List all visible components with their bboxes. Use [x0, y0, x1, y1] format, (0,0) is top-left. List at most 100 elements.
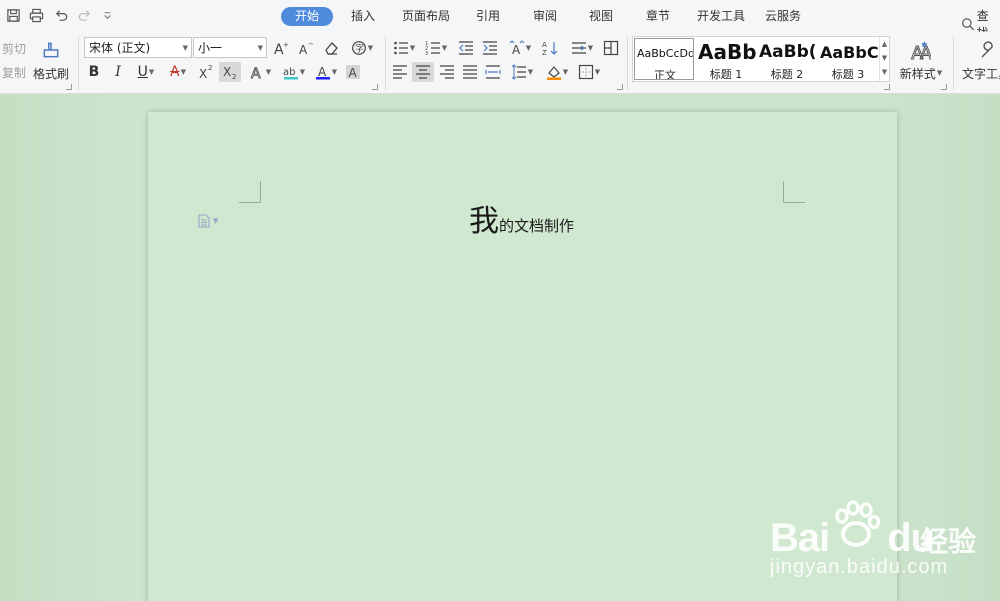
new-style-button[interactable]: 新样式 ▼: [897, 63, 945, 83]
font-name-select[interactable]: 宋体 (正文) ▼: [84, 37, 192, 58]
grow-font-icon[interactable]: A +: [271, 38, 291, 58]
customize-icon[interactable]: [99, 7, 115, 23]
change-case-icon[interactable]: A ▼: [506, 38, 534, 58]
divider: [953, 36, 954, 90]
watermark-brand: Bai du: [770, 516, 935, 561]
divider: [385, 36, 386, 90]
phonetic-guide-icon[interactable]: 字 ▼: [347, 38, 377, 58]
gallery-more-icon[interactable]: ▼: [880, 65, 889, 79]
strikethrough-icon[interactable]: A ▼: [164, 62, 192, 82]
line-spacing-distribute-icon[interactable]: ▼: [568, 38, 596, 58]
increase-indent-icon[interactable]: [480, 38, 500, 58]
document-icon: [198, 214, 210, 228]
align-left-icon[interactable]: [390, 62, 410, 82]
svg-text:Z: Z: [542, 49, 547, 56]
shading-icon[interactable]: ▼: [543, 62, 571, 82]
align-right-icon[interactable]: [437, 62, 457, 82]
svg-text:X: X: [199, 67, 207, 80]
copy-button[interactable]: 复制: [2, 62, 26, 82]
tab-page-layout[interactable]: 页面布局: [398, 7, 454, 26]
borders-icon[interactable]: ▼: [575, 62, 603, 82]
justify-icon[interactable]: [460, 62, 480, 82]
font-dialog-launcher[interactable]: [372, 84, 378, 90]
watermark-cn: 经验: [920, 525, 977, 558]
style-name: 标题 1: [709, 68, 743, 80]
svg-text:字: 字: [355, 43, 364, 55]
tab-developer[interactable]: 开发工具: [693, 7, 749, 26]
tab-chapter[interactable]: 章节: [642, 7, 674, 26]
tab-insert[interactable]: 插入: [347, 7, 379, 26]
style-name: 标题 3: [831, 68, 865, 80]
font-size-value: 小一: [198, 41, 223, 55]
cut-button[interactable]: 剪切: [2, 38, 26, 58]
print-icon[interactable]: [28, 7, 44, 23]
bullet-list-icon[interactable]: ▼: [390, 38, 418, 58]
tab-view[interactable]: 视图: [585, 7, 617, 26]
format-painter-button[interactable]: 格式刷: [32, 63, 70, 83]
numbered-list-icon[interactable]: 1 2 3 ▼: [422, 38, 450, 58]
new-style-dialog-launcher[interactable]: [941, 84, 947, 90]
paragraph-layout-button[interactable]: ▼: [198, 214, 218, 228]
gallery-scroll[interactable]: ▲ ▼ ▼: [879, 37, 889, 81]
new-style-label: 新样式: [899, 66, 936, 81]
superscript-icon[interactable]: X2: [196, 62, 216, 82]
watermark-brand-1: Bai: [770, 516, 830, 560]
margin-corner-left: [239, 181, 261, 203]
style-normal[interactable]: AaBbCcDd 正文: [634, 38, 694, 80]
tab-references[interactable]: 引用: [472, 7, 504, 26]
underline-icon[interactable]: U ▼: [132, 62, 160, 82]
clear-format-icon[interactable]: [321, 38, 341, 58]
wrench-icon[interactable]: [976, 38, 1000, 62]
tab-home[interactable]: 开始: [281, 7, 334, 26]
font-color-icon[interactable]: A ▼: [312, 62, 340, 82]
style-heading-1[interactable]: AaBb 标题 1: [696, 38, 756, 80]
tab-cloud-service[interactable]: 云服务: [761, 7, 805, 26]
font-size-select[interactable]: 小一 ▼: [193, 37, 267, 58]
svg-text:A: A: [251, 66, 261, 80]
redo-icon[interactable]: [76, 7, 92, 23]
svg-text:A: A: [299, 43, 308, 56]
style-name: 正文: [654, 69, 676, 80]
watermark-url: jingyan.baidu.com: [770, 556, 949, 578]
format-painter-icon[interactable]: [40, 38, 62, 62]
new-style-icon[interactable]: AA: [908, 38, 932, 62]
style-heading-2[interactable]: AaBb( 标题 2: [757, 38, 817, 80]
subscript-icon[interactable]: X2: [219, 62, 241, 82]
document-big-char: 我: [469, 204, 499, 239]
style-preview: AaBb: [698, 40, 756, 64]
undo-icon[interactable]: [53, 7, 69, 23]
svg-text:A: A: [542, 41, 547, 49]
clipboard-dialog-launcher[interactable]: [66, 84, 72, 90]
sort-icon[interactable]: AZ: [540, 38, 560, 58]
align-center-icon[interactable]: [412, 62, 434, 82]
svg-text:A: A: [349, 66, 358, 80]
text-effect-icon[interactable]: A ▼: [246, 62, 274, 82]
character-shading-icon[interactable]: A: [343, 62, 363, 82]
document-text-rest: 的文档制作: [499, 217, 575, 235]
divider: [78, 36, 79, 90]
tab-review[interactable]: 审阅: [529, 7, 561, 26]
highlight-color-icon[interactable]: ab ▼: [280, 62, 308, 82]
svg-text:2: 2: [208, 64, 212, 72]
chevron-down-icon[interactable]: ▼: [880, 51, 889, 65]
table-layout-icon[interactable]: [601, 38, 621, 58]
style-preview: AaBbCcDd: [637, 47, 694, 60]
line-spacing-icon[interactable]: ▼: [508, 62, 536, 82]
chevron-up-icon[interactable]: ▲: [880, 37, 889, 51]
distributed-align-icon[interactable]: [483, 62, 503, 82]
italic-icon[interactable]: I: [108, 62, 128, 82]
decrease-indent-icon[interactable]: [456, 38, 476, 58]
style-preview: AaBb(: [759, 42, 817, 62]
style-heading-3[interactable]: AaBbC 标题 3: [818, 38, 878, 80]
save-icon[interactable]: [5, 7, 21, 23]
document-text[interactable]: 我的文档制作: [469, 204, 574, 240]
paragraph-dialog-launcher[interactable]: [617, 84, 623, 90]
style-preview: AaBbC: [820, 43, 878, 62]
font-name-value: 宋体 (正文): [89, 41, 151, 55]
text-tools-button[interactable]: 文字工具: [962, 63, 1000, 83]
style-name: 标题 2: [770, 68, 804, 80]
styles-dialog-launcher[interactable]: [884, 84, 890, 90]
bold-icon[interactable]: B: [84, 62, 104, 82]
styles-gallery: AaBbCcDd 正文 AaBb 标题 1 AaBb( 标题 2 AaBbC 标…: [632, 36, 890, 82]
shrink-font-icon[interactable]: A −: [296, 38, 316, 58]
